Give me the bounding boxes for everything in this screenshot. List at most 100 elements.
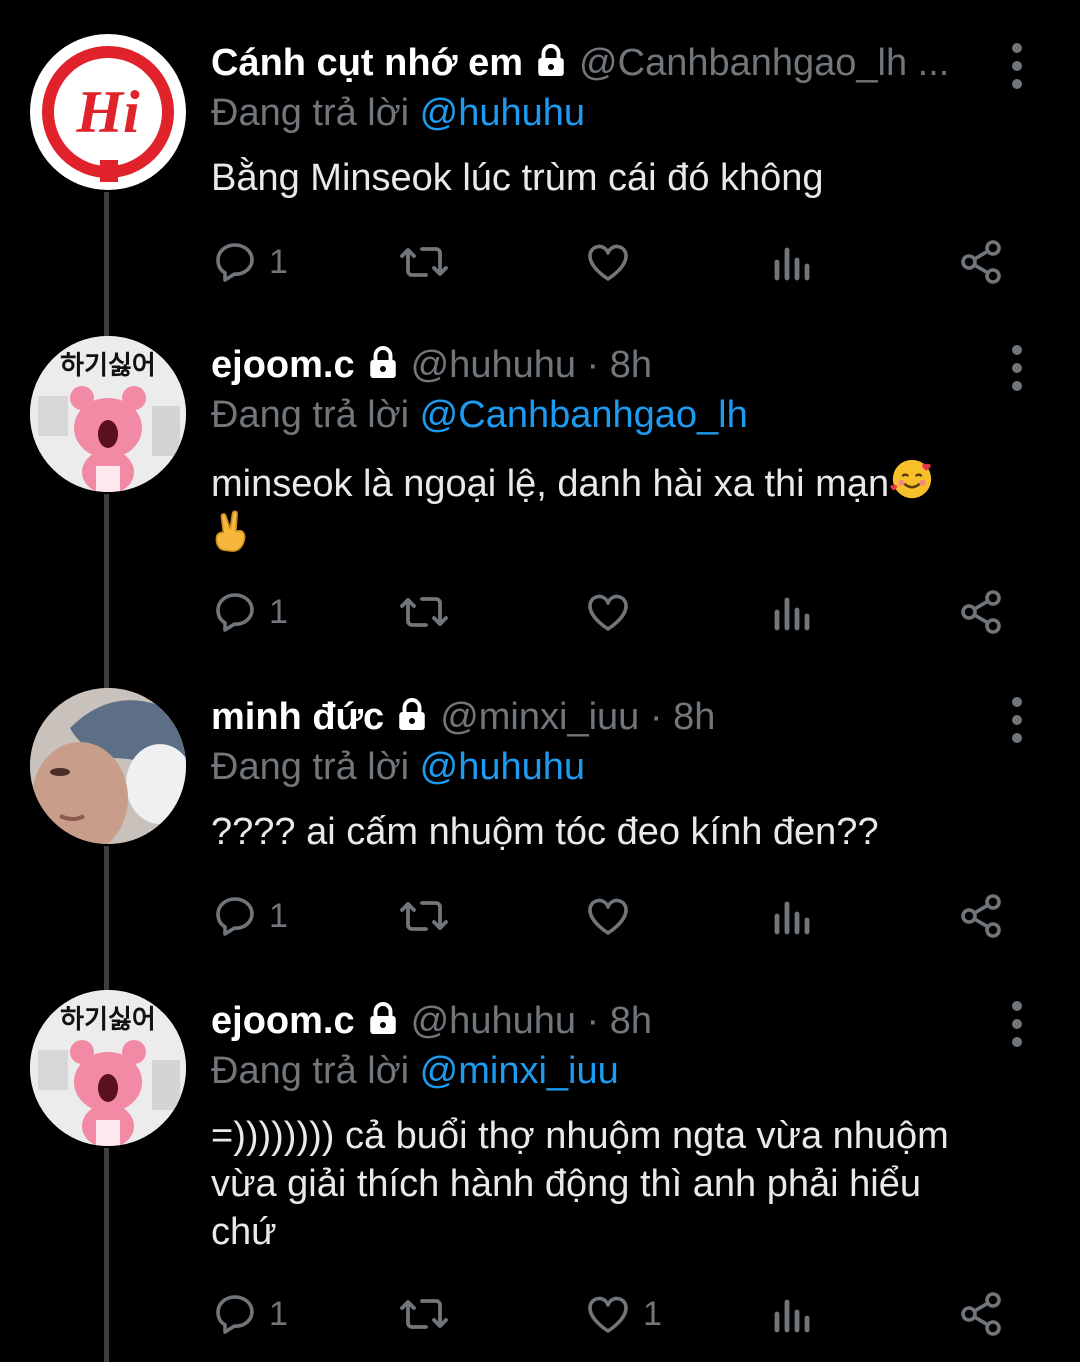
reply-button[interactable]: 1 — [211, 886, 288, 946]
like-icon — [588, 898, 628, 935]
tweet-actions: 1 1 — [211, 1284, 1011, 1344]
retweet-button[interactable] — [397, 886, 451, 946]
replying-label: Đang trả lời — [211, 394, 420, 436]
reply-mention[interactable]: @huhuhu — [420, 92, 585, 134]
reply-button[interactable]: 1 — [211, 582, 288, 642]
tweet-text: ???? ai cấm nhuộm tóc đeo kính đen?? — [211, 811, 879, 853]
avatar-caption: 하기싫어 — [60, 351, 156, 381]
tweet[interactable]: 하기싫어 ejoom.c @huhuhu · 8h Đang trả lời @C… — [0, 336, 1080, 672]
like-button[interactable] — [583, 582, 643, 642]
avatar-caption: 하기싫어 — [60, 1005, 156, 1035]
avatar[interactable]: 하기싫어 — [30, 336, 186, 492]
views-button[interactable] — [771, 582, 815, 642]
display-name[interactable]: Cánh cụt nhớ em — [211, 42, 523, 84]
replying-to: Đang trả lời @huhuhu — [211, 742, 1022, 792]
reply-icon — [216, 897, 254, 936]
reply-mention[interactable]: @huhuhu — [420, 746, 585, 788]
tweet-time: · 8h — [576, 344, 653, 386]
retweet-button[interactable] — [397, 582, 451, 642]
like-button[interactable]: 1 — [583, 1284, 662, 1344]
reply-icon — [216, 243, 254, 282]
replying-label: Đang trả lời — [211, 1050, 420, 1092]
reply-button[interactable]: 1 — [211, 232, 288, 292]
tweet-text: minseok là ngoại lệ, danh hài xa thi mạn — [211, 456, 1022, 560]
display-name[interactable]: ejoom.c — [211, 344, 355, 386]
replying-to: Đang trả lời @Canhbanhgao_lh — [211, 390, 1022, 440]
views-icon — [774, 901, 810, 935]
retweet-button[interactable] — [397, 1284, 451, 1344]
views-button[interactable] — [771, 886, 815, 946]
like-button[interactable] — [583, 232, 643, 292]
views-icon — [774, 247, 810, 281]
emoji-smiling-hearts — [890, 459, 932, 499]
reply-count: 1 — [269, 896, 288, 935]
reply-count: 1 — [269, 242, 288, 281]
tweet-text: =)))))))) cả buổi thợ nhuộm ngta vừa nhu… — [211, 1115, 949, 1253]
views-icon — [774, 597, 810, 631]
tweet-header: minh đức @minxi_iuu · 8h — [211, 688, 1022, 746]
like-button[interactable] — [583, 886, 643, 946]
more-icon[interactable] — [1002, 36, 1032, 96]
lock-icon — [399, 698, 425, 730]
replying-label: Đang trả lời — [211, 92, 420, 134]
replying-label: Đang trả lời — [211, 746, 420, 788]
tweet-text-body: minseok là ngoại lệ, danh hài xa thi mạn — [211, 463, 890, 505]
tweet-actions: 1 — [211, 886, 1011, 946]
share-button[interactable] — [957, 582, 1005, 642]
display-name[interactable]: minh đức — [211, 696, 384, 738]
tweet-actions: 1 — [211, 232, 1011, 292]
views-icon — [774, 1299, 810, 1333]
replying-to: Đang trả lời @minxi_iuu — [211, 1046, 1022, 1096]
tweet-text: Bằng Minseok lúc trùm cái đó không — [211, 157, 824, 199]
share-icon — [961, 894, 1001, 938]
replying-to: Đang trả lời @huhuhu — [211, 88, 1022, 138]
share-icon — [961, 590, 1001, 634]
tweet-header: ejoom.c @huhuhu · 8h — [211, 992, 1022, 1050]
share-button[interactable] — [957, 886, 1005, 946]
share-icon — [961, 1292, 1001, 1336]
tweet[interactable]: Hi Cánh cụt nhớ em @Canhbanhgao_lh ... Đa… — [0, 0, 1080, 330]
tweet-time: · 8h — [576, 1000, 653, 1042]
like-icon — [588, 594, 628, 631]
more-icon[interactable] — [1002, 690, 1032, 750]
tweet[interactable]: 하기싫어 ejoom.c @huhuhu · 8h Đang trả lời @m… — [0, 990, 1080, 1362]
retweet-icon — [400, 247, 448, 277]
reply-count: 1 — [269, 1294, 288, 1333]
retweet-icon — [400, 597, 448, 627]
tweet-actions: 1 — [211, 582, 1011, 642]
lock-icon — [538, 44, 564, 76]
more-icon[interactable] — [1002, 338, 1032, 398]
share-button[interactable] — [957, 1284, 1005, 1344]
reply-mention[interactable]: @Canhbanhgao_lh — [420, 394, 748, 436]
views-button[interactable] — [771, 232, 815, 292]
display-name[interactable]: ejoom.c — [211, 1000, 355, 1042]
views-button[interactable] — [771, 1284, 815, 1344]
like-icon — [588, 244, 628, 281]
lock-icon — [369, 346, 396, 378]
share-icon — [961, 240, 1001, 284]
like-count: 1 — [643, 1294, 662, 1333]
share-button[interactable] — [957, 232, 1005, 292]
retweet-icon — [400, 1299, 448, 1329]
tweet[interactable]: minh đức @minxi_iuu · 8h Đang trả lời @hu… — [0, 688, 1080, 988]
retweet-button[interactable] — [397, 232, 451, 292]
avatar-logo-text: Hi — [75, 79, 140, 145]
reply-mention[interactable]: @minxi_iuu — [420, 1050, 619, 1092]
avatar[interactable] — [30, 688, 186, 844]
emoji-crossed-fingers — [215, 510, 246, 552]
reply-button[interactable]: 1 — [211, 1284, 288, 1344]
tweet-time: · 8h — [639, 696, 716, 738]
user-handle[interactable]: @huhuhu — [411, 1000, 576, 1042]
user-handle[interactable]: @Canhbanhgao_lh ... — [579, 42, 949, 84]
reply-count: 1 — [269, 592, 288, 631]
tweet-header: Cánh cụt nhớ em @Canhbanhgao_lh ... — [211, 34, 1022, 92]
retweet-icon — [400, 901, 448, 931]
lock-icon — [369, 1002, 396, 1034]
more-icon[interactable] — [1002, 994, 1032, 1054]
user-handle[interactable]: @huhuhu — [411, 344, 576, 386]
avatar[interactable]: 하기싫어 — [30, 990, 186, 1146]
avatar[interactable]: Hi — [30, 34, 186, 190]
user-handle[interactable]: @minxi_iuu — [440, 696, 639, 738]
reply-icon — [216, 1295, 254, 1334]
reply-thread: Hi Cánh cụt nhớ em @Canhbanhgao_lh ... Đa… — [0, 0, 1080, 1362]
